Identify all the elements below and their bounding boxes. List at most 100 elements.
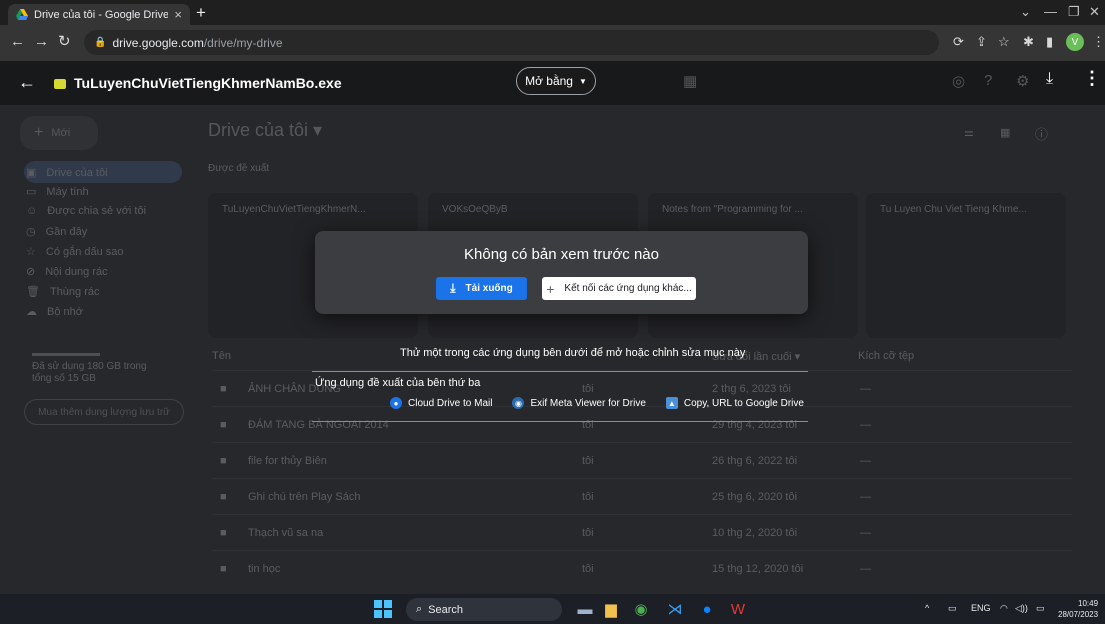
browser-tab[interactable]: Drive của tôi - Google Drive × [8, 4, 190, 25]
show-hidden-icons[interactable]: ^ [925, 603, 929, 613]
column-header-name[interactable]: Tên [212, 350, 231, 362]
camera-icon: ◉ [512, 397, 525, 409]
modified-date: 10 thg 2, 2020 tôi [712, 527, 798, 539]
back-icon[interactable]: ← [10, 32, 25, 52]
address-bar[interactable]: 🔒 drive.google.com /drive/my-drive [84, 30, 939, 55]
sidebar-item-spam[interactable]: ⊘ Nội dung rác [26, 265, 108, 279]
search-icon: ⌕ [416, 603, 423, 615]
screen: Drive của tôi - Google Drive × + ⌄ — ❐ ✕… [0, 0, 1105, 624]
folder-icon: ■ [220, 491, 227, 503]
lock-icon: 🔒 [94, 37, 107, 48]
apps-icon[interactable]: ▦ [683, 72, 697, 90]
keyboard-icon[interactable]: ▭ [948, 603, 957, 614]
sidebar-item-label: Được chia sẻ với tôi [47, 205, 147, 217]
sidebar-item-recent[interactable]: ◷ Gần đây [26, 225, 87, 239]
language-indicator[interactable]: ENG [971, 603, 991, 613]
spam-icon: ⊘ [26, 266, 36, 278]
folder-icon: ■ [220, 563, 227, 575]
reload-icon[interactable]: ↻ [58, 32, 71, 52]
cloud-icon: ☁ [26, 306, 37, 318]
table-row[interactable]: ■ tin học tôi 15 thg 12, 2020 tôi — [212, 550, 1072, 586]
page-title: Drive của tôi ▾ [208, 120, 323, 140]
download-button[interactable]: ⤓ Tải xuống [436, 277, 527, 300]
sidebar-item-shared[interactable]: ☺ Được chia sẻ với tôi [26, 205, 146, 217]
table-row[interactable]: ■ Ghi chú trên Play Sách tôi 25 thg 6, 2… [212, 478, 1072, 514]
tab-close-icon[interactable]: × [174, 7, 182, 22]
battery-icon[interactable]: ▭ [1036, 603, 1045, 614]
sidebar-item-my-drive[interactable]: ▣ Drive của tôi [26, 166, 108, 180]
grid-view-icon[interactable]: ▦ [1000, 126, 1010, 139]
connect-apps-button[interactable]: + Kết nối các ứng dụng khác... [542, 277, 696, 300]
settings-icon[interactable]: ⚙ [1016, 72, 1029, 90]
table-row[interactable]: ■ file for thủy Biên tôi 26 thg 6, 2022 … [212, 442, 1072, 478]
wifi-icon[interactable]: ◠ [1000, 603, 1008, 614]
close-window-icon[interactable]: ✕ [1089, 4, 1100, 20]
side-panel-icon[interactable]: ▮ [1046, 34, 1053, 50]
file-name: Ghi chú trên Play Sách [248, 491, 361, 503]
volume-icon[interactable]: ◁)) [1015, 603, 1028, 614]
sidebar-item-trash[interactable]: 🗑 Thùng rác [26, 285, 100, 299]
back-arrow-icon[interactable]: ← [18, 72, 36, 93]
filter-icon[interactable]: ⚌ [964, 126, 974, 139]
info-icon[interactable]: ⓘ [1035, 124, 1048, 143]
sidebar-item-storage[interactable]: ☁ Bộ nhớ [26, 305, 83, 319]
sidebar-item-starred[interactable]: ☆ Có gắn dấu sao [26, 245, 124, 259]
card-title: VOKsOeQByB [442, 204, 508, 215]
extensions-icon[interactable]: ✱ [1023, 34, 1034, 50]
file-name: Thạch vũ sa na [248, 527, 324, 539]
zalo-icon[interactable]: ● [696, 599, 718, 619]
google-lens-icon[interactable]: ⟳ [953, 34, 964, 50]
file-explorer-icon[interactable]: ▆ [600, 599, 622, 619]
vscode-icon[interactable]: ⋊ [664, 599, 686, 619]
minimize-icon[interactable]: — [1044, 4, 1057, 19]
buy-storage-button[interactable]: Mua thêm dung lượng lưu trữ [24, 399, 184, 425]
sidebar-item-computers[interactable]: ▭ Máy tính [26, 185, 89, 199]
column-header-size[interactable]: Kích cỡ tệp [858, 350, 914, 362]
taskbar-search[interactable]: ⌕ Search [406, 598, 562, 621]
divider [312, 421, 808, 422]
maximize-icon[interactable]: ❐ [1068, 4, 1080, 20]
search-label: Search [428, 603, 464, 616]
table-row[interactable]: ■ Thạch vũ sa na tôi 10 thg 2, 2020 tôi … [212, 514, 1072, 550]
suggested-apps-label: Ứng dụng đề xuất của bên thứ ba [315, 377, 481, 389]
table-row[interactable]: ■ ĐÁM TANG BÀ NGOẠI 2014 tôi 29 thg 4, 2… [212, 406, 1072, 442]
profile-avatar[interactable]: V [1066, 33, 1084, 51]
new-button[interactable]: + Mới [20, 116, 98, 150]
connect-apps-label: Kết nối các ứng dụng khác... [564, 283, 692, 294]
help-icon[interactable]: ? [984, 72, 992, 89]
suggested-card[interactable]: Tu Luyen Chu Viet Tieng Khme... [866, 193, 1066, 338]
tab-search-icon[interactable]: ⌄ [1020, 4, 1031, 20]
app-link-exif-meta-viewer[interactable]: Exif Meta Viewer for Drive [530, 398, 645, 409]
status-icon[interactable]: ◎ [952, 72, 965, 90]
suggested-apps-list: ● Cloud Drive to Mail ◉ Exif Meta Viewer… [390, 397, 804, 409]
file-size: — [860, 527, 871, 539]
forward-icon[interactable]: → [34, 32, 49, 52]
app-link-cloud-drive-mail[interactable]: Cloud Drive to Mail [408, 398, 492, 409]
clock-date: 28/07/2023 [1058, 610, 1099, 619]
suggested-label: Được đề xuất [208, 163, 270, 174]
app-link-copy-url[interactable]: Copy, URL to Google Drive [684, 398, 804, 409]
more-options-icon[interactable]: ⋮ [1083, 68, 1101, 89]
share-icon[interactable]: ⇪ [976, 34, 987, 50]
owner: tôi [582, 455, 594, 467]
chrome-icon[interactable]: ◉ [630, 599, 652, 619]
task-view-icon[interactable]: ▬ [574, 599, 596, 619]
open-with-button[interactable]: Mở bằng ▼ [516, 67, 596, 95]
chrome-menu-icon[interactable]: ⋮ [1092, 34, 1105, 50]
no-preview-dialog [315, 231, 808, 314]
modified-date: 15 thg 12, 2020 tôi [712, 563, 804, 575]
google-drive-icon [16, 9, 28, 20]
clock[interactable]: 10:49 28/07/2023 [1058, 598, 1098, 620]
wps-office-icon[interactable]: W [727, 599, 749, 619]
plus-icon: + [546, 280, 555, 297]
bookmark-star-icon[interactable]: ☆ [998, 34, 1010, 50]
sidebar-item-label: Nội dung rác [45, 265, 108, 278]
file-size: — [860, 419, 871, 431]
new-tab-button[interactable]: + [196, 3, 206, 23]
windows-start-icon[interactable] [374, 600, 392, 618]
file-size: — [860, 491, 871, 503]
card-title: Tu Luyen Chu Viet Tieng Khme... [880, 204, 1027, 215]
tab-title: Drive của tôi - Google Drive [34, 8, 169, 21]
download-icon[interactable]: ⤓ [1046, 70, 1053, 88]
file-size: — [860, 383, 871, 395]
